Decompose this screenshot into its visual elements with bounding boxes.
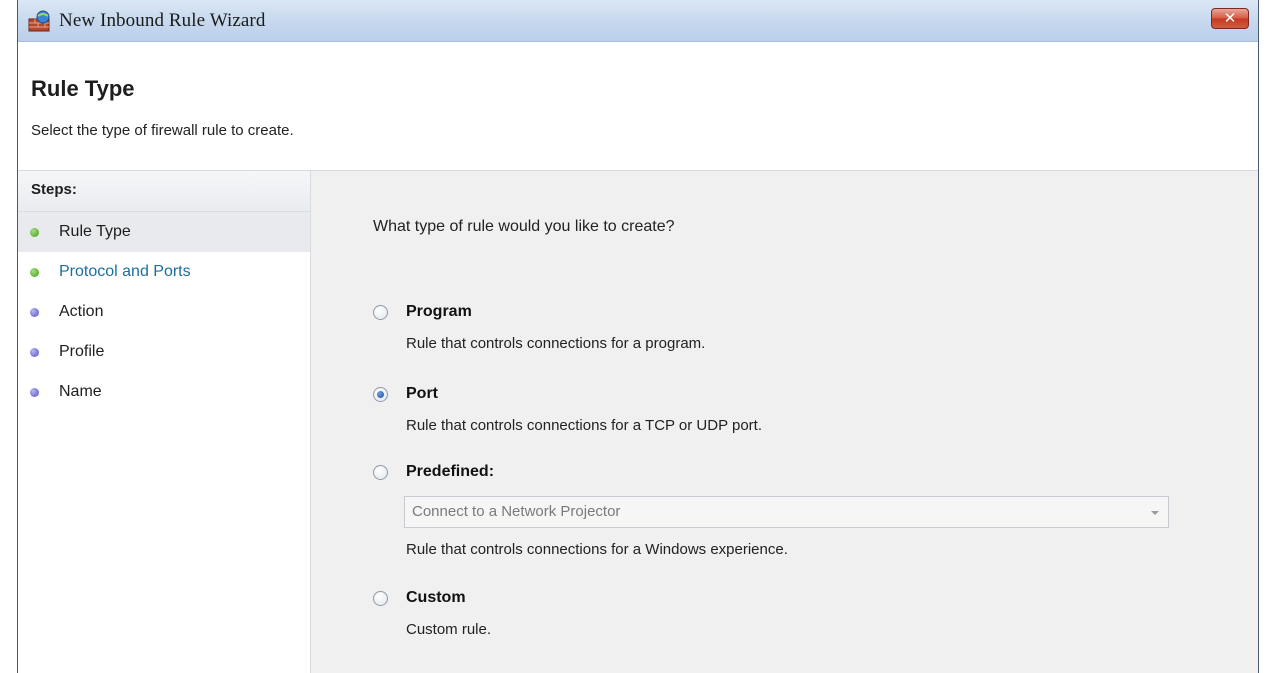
- option-label: Predefined:: [406, 463, 495, 480]
- step-pending-icon: [30, 388, 39, 397]
- page-description: Select the type of firewall rule to crea…: [31, 122, 294, 139]
- step-name: Name: [18, 372, 310, 412]
- step-label: Protocol and Ports: [59, 263, 191, 280]
- step-label: Action: [59, 303, 104, 320]
- predefined-radio[interactable]: [373, 465, 388, 480]
- title-bar: New Inbound Rule Wizard ✕: [18, 0, 1258, 42]
- program-radio[interactable]: [373, 305, 388, 320]
- option-description: Rule that controls connections for a TCP…: [406, 417, 763, 434]
- page-title: Rule Type: [31, 76, 135, 101]
- option-description: Custom rule.: [406, 621, 492, 638]
- option-description: Rule that controls connections for a Win…: [406, 541, 788, 558]
- window-title: New Inbound Rule Wizard: [59, 10, 266, 31]
- predefined-select[interactable]: Connect to a Network Projector: [404, 496, 1169, 528]
- step-pending-icon: [30, 308, 39, 317]
- step-label: Profile: [59, 343, 105, 360]
- step-action: Action: [18, 292, 310, 332]
- firewall-icon: [28, 10, 52, 32]
- main-content: What type of rule would you like to crea…: [311, 171, 1258, 673]
- close-button[interactable]: ✕: [1211, 8, 1249, 29]
- wizard-header: Rule Type Select the type of firewall ru…: [18, 42, 1258, 171]
- close-icon: ✕: [1223, 9, 1237, 27]
- step-pending-icon: [30, 348, 39, 357]
- steps-panel: Steps: Rule Type Protocol and Ports Acti…: [18, 171, 311, 673]
- steps-heading: Steps:: [18, 171, 310, 212]
- option-description: Rule that controls connections for a pro…: [406, 335, 706, 352]
- option-label: Custom: [406, 589, 466, 606]
- predefined-select-value: Connect to a Network Projector: [412, 503, 621, 520]
- step-profile: Profile: [18, 332, 310, 372]
- custom-radio[interactable]: [373, 591, 388, 606]
- option-label: Program: [406, 303, 472, 320]
- step-rule-type[interactable]: Rule Type: [18, 212, 310, 252]
- step-done-icon: [30, 228, 39, 237]
- step-done-icon: [30, 268, 39, 277]
- step-label: Rule Type: [59, 223, 131, 240]
- step-label: Name: [59, 383, 102, 400]
- option-label: Port: [406, 385, 438, 402]
- wizard-window: New Inbound Rule Wizard ✕ Rule Type Sele…: [17, 0, 1259, 673]
- port-radio[interactable]: [373, 387, 388, 402]
- question-text: What type of rule would you like to crea…: [373, 218, 675, 235]
- step-protocol-and-ports[interactable]: Protocol and Ports: [18, 252, 310, 292]
- chevron-down-icon: [1151, 511, 1159, 515]
